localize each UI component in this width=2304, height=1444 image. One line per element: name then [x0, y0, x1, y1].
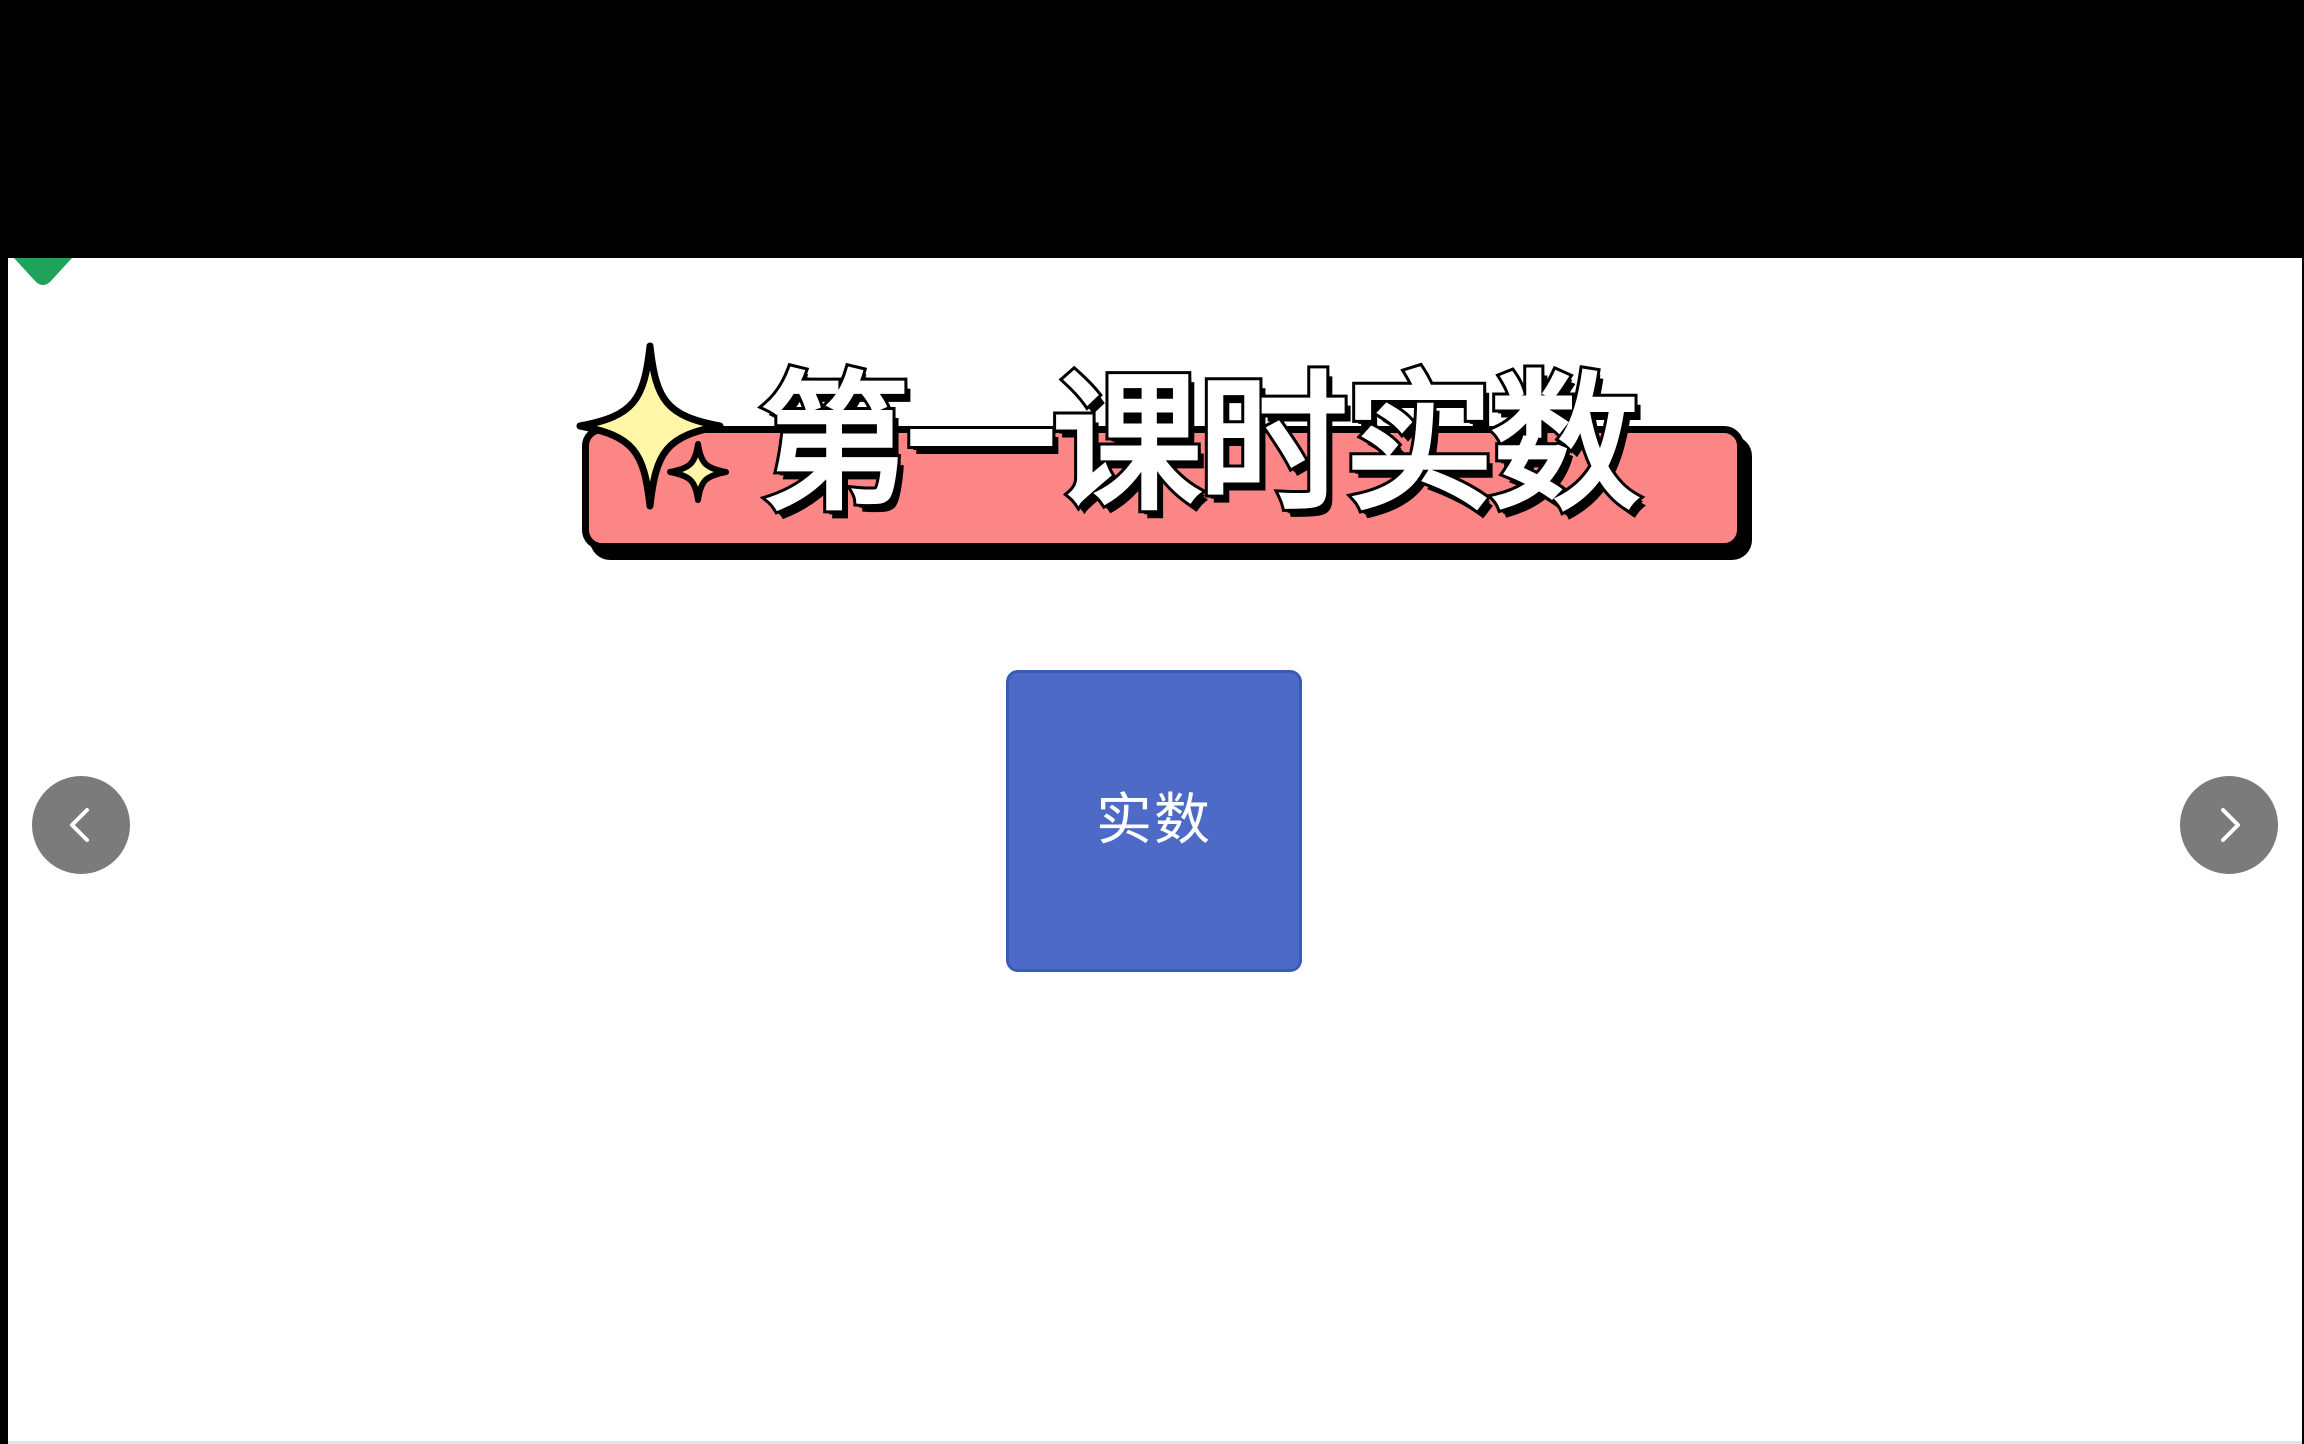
top-letterbox [0, 0, 2304, 258]
chevron-right-icon [2221, 808, 2240, 842]
chevron-left-icon [70, 808, 89, 842]
slide-title-group: 第一课时实数 [570, 340, 1750, 560]
sparkle-icon [576, 342, 729, 510]
previous-slide-button[interactable] [32, 776, 130, 874]
presentation-slide: 第一课时实数 实数 [8, 258, 2302, 1442]
next-slide-button[interactable] [2180, 776, 2278, 874]
topic-card-label: 实数 [1096, 788, 1212, 853]
topic-card-real-numbers[interactable]: 实数 [1006, 670, 1302, 972]
slide-title: 第一课时实数 [757, 357, 1643, 533]
corner-marker-icon [14, 258, 72, 285]
